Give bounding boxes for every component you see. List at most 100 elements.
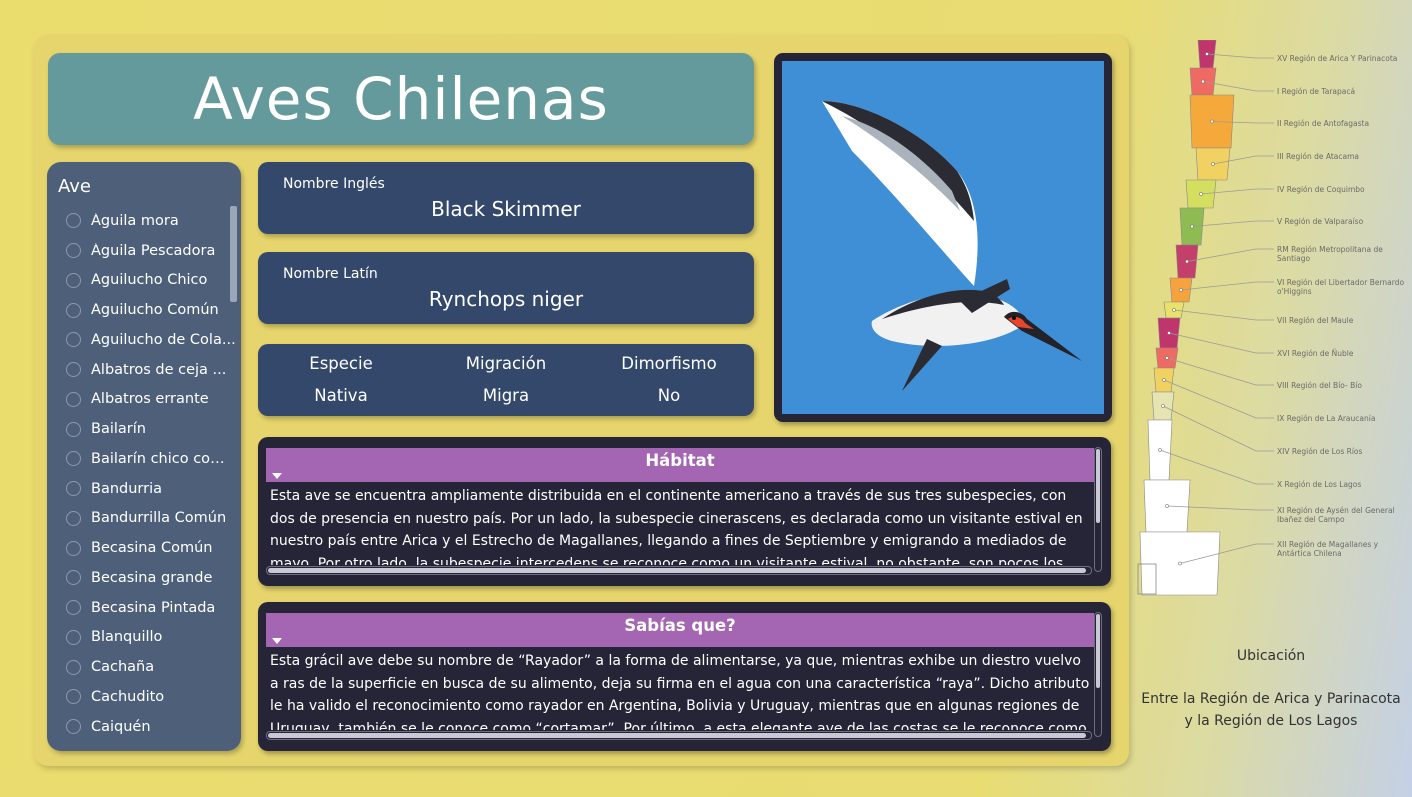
region-label: IX Región de La Araucanía [1277,414,1376,423]
region-marker [1165,356,1169,360]
bird-name: Becasina grande [91,569,213,586]
bird-list-item[interactable]: Cachudito [47,682,241,712]
species-attribute: Especie Nativa [258,354,424,405]
fun-fact-horizontal-scrollbar[interactable] [266,731,1092,740]
fun-fact-vertical-scrollbar[interactable] [1094,612,1102,737]
leader-line [1159,449,1274,485]
bird-list-item[interactable]: Aguilucho Común [47,295,241,325]
leader-line [1180,281,1274,291]
bird-name: Blanquillo [91,629,163,646]
radio-button[interactable] [66,540,81,556]
region-label: IV Región de Coquimbo [1277,185,1365,194]
bird-list-item[interactable]: Blanquillo [47,623,241,653]
radio-button[interactable] [66,302,81,318]
bird-list-item[interactable]: Becasina Común [47,533,241,563]
region-marker [1211,162,1215,166]
dimorphism-attribute: Dimorfismo No [586,354,752,405]
radio-button[interactable] [66,719,81,735]
latin-name-value: Rynchops niger [428,287,584,311]
bird-list-item[interactable]: Águila mora [47,206,241,236]
bird-list-item[interactable]: Aguilucho de Cola... [47,325,241,355]
region-marker [1190,224,1194,229]
bird-name: Bailarín [91,421,146,438]
region-marker [1179,288,1183,292]
sidebar-scrollbar[interactable] [230,206,237,302]
fun-fact-panel: Sabías que? Esta grácil ave debe su nomb… [258,602,1111,751]
region-marker [1162,378,1166,382]
leader-line [1191,220,1274,227]
caret-down-icon[interactable] [272,638,282,644]
radio-button[interactable] [66,332,81,348]
bird-list-item[interactable]: Bailarín chico com... [47,444,241,474]
bird-list-item[interactable]: Águila Pescadora [47,236,241,266]
region-label: RM Región Metropolitana de Santiago [1277,245,1383,263]
leader-line [1166,357,1274,386]
bird-list-item[interactable]: Albatros errante [47,385,241,415]
radio-button[interactable] [66,629,81,645]
region-label: II Región de Antofagasta [1277,119,1370,128]
habitat-text: Esta ave se encuentra ampliamente distri… [270,488,1083,565]
black-skimmer-illustration [822,101,1082,391]
radio-button[interactable] [66,510,81,526]
bird-list-item[interactable]: Bandurrilla Común [47,504,241,534]
habitat-vertical-scrollbar[interactable] [1094,447,1102,572]
region-marker [1178,561,1182,566]
bird-name: Águila mora [91,212,179,229]
leader-line [1206,53,1274,59]
habitat-header[interactable]: Hábitat [266,448,1094,482]
leader-line [1186,248,1274,262]
bird-name: Bandurria [91,480,162,497]
bird-list-item[interactable]: Albatros de ceja ... [47,355,241,385]
bird-list-item[interactable]: Becasina grande [47,563,241,593]
radio-button[interactable] [66,243,81,259]
fun-fact-title: Sabías que? [624,616,736,635]
bird-name: Becasina Pintada [91,599,216,616]
radio-button[interactable] [66,600,81,616]
region-label: VII Región del Maule [1277,316,1354,325]
radio-button[interactable] [66,570,81,586]
species-label: Especie [309,354,373,373]
bird-list: Águila mora Águila Pescadora Aguilucho Chi… [47,206,241,742]
radio-button[interactable] [66,213,81,229]
migration-attribute: Migración Migra [423,354,589,405]
latin-name-label: Nombre Latín [283,266,378,282]
bird-name: Cachaña [91,659,155,676]
bird-photo-frame [774,53,1112,422]
bird-name: Becasina Común [91,540,213,557]
bird-name: Aguilucho Chico [91,272,208,289]
english-name-value: Black Skimmer [431,197,581,221]
bird-list-item[interactable]: Becasina Pintada [47,593,241,623]
bird-list-item[interactable]: Bailarín [47,414,241,444]
region-marker [1199,192,1203,196]
bird-name: Albatros de ceja ... [91,361,227,378]
bird-selector[interactable]: Ave Águila mora Águila Pescadora Aguilucho… [47,162,241,751]
migration-value: Migra [482,386,530,405]
chile-regions-map: XV Región de Arica Y Parinacota I Región … [1136,39,1406,600]
dimorphism-label: Dimorfismo [621,354,717,373]
region-label: I Región de Tarapacá [1277,87,1356,96]
radio-button[interactable] [66,272,81,288]
bird-list-item[interactable]: Bandurria [47,474,241,504]
radio-button[interactable] [66,391,81,407]
radio-button[interactable] [66,451,81,467]
migration-label: Migración [465,354,547,373]
bird-list-item[interactable]: Aguilucho Chico [47,266,241,296]
radio-button[interactable] [66,362,81,378]
region-marker [1205,52,1209,56]
radio-button[interactable] [66,689,81,705]
fun-fact-header[interactable]: Sabías que? [266,613,1094,647]
bird-name: Bailarín chico com... [91,450,237,467]
radio-button[interactable] [66,421,81,437]
caret-down-icon[interactable] [272,473,282,479]
habitat-panel: Hábitat Esta ave se encuentra ampliament… [258,437,1111,586]
region-label: VIII Región del Bío- Bío [1277,381,1362,390]
region-marker [1172,308,1176,312]
radio-button[interactable] [66,481,81,497]
bird-name: Aguilucho Común [91,302,219,319]
region-marker [1165,504,1169,508]
bird-list-item[interactable]: Cachaña [47,652,241,682]
region-label: III Región de Atacama [1277,152,1359,161]
radio-button[interactable] [66,659,81,675]
habitat-horizontal-scrollbar[interactable] [266,566,1092,575]
bird-list-item[interactable]: Caiquén [47,712,241,742]
